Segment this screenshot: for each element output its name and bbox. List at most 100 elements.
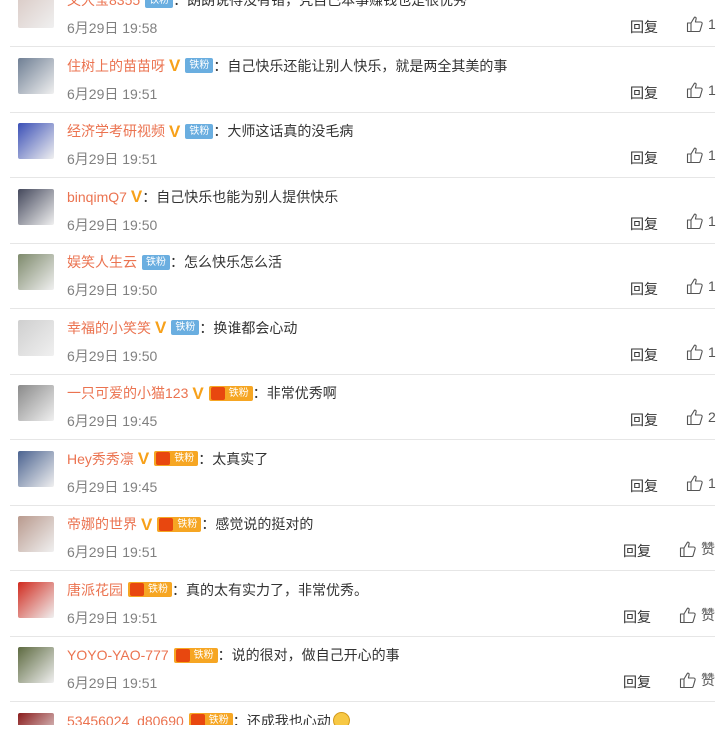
comment-text: ：自己快乐也能为别人提供快乐: [142, 188, 339, 205]
vip-badge-icon[interactable]: V: [138, 450, 149, 467]
comment-text: ：说的很对，做自己开心的事: [217, 647, 400, 663]
fan-badge[interactable]: 铁粉: [154, 451, 199, 466]
fan-badge[interactable]: 铁粉: [145, 0, 174, 8]
comment-text: ：自己快乐还能让别人快乐，就是两全其美的事: [213, 57, 508, 74]
vip-badge-icon[interactable]: V: [192, 385, 203, 402]
reply-button[interactable]: 回复: [630, 148, 658, 168]
comment-line: 唐派花园 铁粉 ：真的太有实力了，非常优秀。: [67, 580, 368, 600]
reply-button[interactable]: 回复: [630, 410, 658, 430]
reply-button[interactable]: 回复: [623, 541, 651, 561]
like-button[interactable]: 1: [686, 15, 716, 33]
username-link[interactable]: 娱笑人生云: [67, 252, 137, 272]
avatar[interactable]: [18, 254, 54, 290]
thumbs-up-icon: [686, 81, 704, 99]
comment-time: 6月29日 19:50: [67, 347, 158, 364]
username-link[interactable]: 唐派花园: [67, 580, 123, 600]
fan-badge[interactable]: 铁粉: [188, 713, 233, 725]
like-count: 1: [708, 343, 716, 360]
username-link[interactable]: 一只可爱的小猫123: [67, 383, 188, 403]
comment-line: 幸福的小笑笑 V 铁粉 ：换谁都会心动: [67, 318, 297, 338]
username-link[interactable]: 经济学考研视频: [67, 121, 165, 141]
comment-item: binqimQ7 V ：自己快乐也能为别人提供快乐 6月29日 19:50 回复 1: [10, 179, 716, 244]
like-button[interactable]: 赞: [679, 605, 715, 625]
like-count: 1: [708, 278, 716, 294]
fan-badge[interactable]: 铁粉: [185, 123, 214, 139]
avatar[interactable]: [18, 188, 54, 225]
like-button[interactable]: 1: [686, 146, 716, 164]
username-link[interactable]: 53456024_d80690: [67, 713, 184, 726]
fan-badge[interactable]: 铁粉: [157, 516, 202, 532]
username-link[interactable]: Hey秀秀凛: [67, 449, 134, 469]
avatar[interactable]: [18, 647, 54, 683]
fan-badge[interactable]: 铁粉: [171, 320, 200, 335]
like-button[interactable]: 2: [686, 408, 716, 426]
avatar[interactable]: [18, 319, 54, 356]
like-button[interactable]: 赞: [679, 670, 715, 690]
username-link[interactable]: 住树上的苗苗呀: [67, 56, 165, 76]
fan-badge-label: 铁粉: [189, 60, 210, 71]
comment-item: 帝娜的世界 V 铁粉 ：感觉说的挺对的 6月29日 19:51 回复 赞: [10, 506, 715, 571]
avatar[interactable]: [18, 516, 54, 552]
fan-crown-icon: [159, 517, 174, 531]
comment-line: 娱笑人生云 铁粉 ：怎么快乐怎么活: [67, 252, 282, 272]
like-button[interactable]: 1: [686, 81, 716, 99]
fan-badge-label: 铁粉: [149, 0, 170, 6]
comment-item: 文大莹8355 铁粉 ：朗朗说得没有错，凭自己本事赚钱也是很优秀 6月29日 19:5…: [10, 0, 716, 47]
comment-time: 6月29日 19:50: [67, 282, 158, 298]
username-link[interactable]: 幸福的小笑笑: [67, 318, 151, 338]
like-button[interactable]: 1: [686, 277, 716, 295]
fan-badge-label: 铁粉: [228, 387, 249, 399]
fan-crown-icon: [156, 452, 171, 465]
comment-text: ：大师这话真的没毛病: [213, 123, 354, 139]
username-link[interactable]: 帝娜的世界: [67, 514, 137, 534]
fan-badge-label: 铁粉: [146, 256, 166, 268]
vip-badge-icon[interactable]: V: [141, 516, 152, 533]
comment-item: 唐派花园 铁粉 ：真的太有实力了，非常优秀。 6月29日 19:51 回复 赞: [10, 572, 715, 637]
vip-badge-icon[interactable]: V: [169, 57, 180, 74]
reply-button[interactable]: 回复: [623, 607, 651, 627]
fan-badge[interactable]: 铁粉: [142, 254, 170, 270]
comment-time: 6月29日 19:51: [67, 85, 158, 102]
like-button[interactable]: 1: [686, 212, 716, 230]
like-count: 1: [708, 212, 716, 229]
fan-badge-label: 铁粉: [189, 125, 210, 137]
fan-badge[interactable]: 铁粉: [173, 647, 218, 663]
like-button[interactable]: 赞: [679, 539, 715, 559]
avatar[interactable]: [18, 57, 54, 94]
username-link[interactable]: 文大莹8355: [67, 0, 140, 10]
fan-badge-label: 铁粉: [208, 715, 229, 725]
reply-button[interactable]: 回复: [630, 345, 658, 365]
username-link[interactable]: YOYO-YAO-777: [67, 647, 169, 663]
avatar[interactable]: [18, 581, 54, 618]
comment-item: 幸福的小笑笑 V 铁粉 ：换谁都会心动 6月29日 19:50 回复 1: [10, 310, 716, 375]
vip-badge-icon[interactable]: V: [131, 188, 142, 205]
like-count: 赞: [701, 672, 715, 688]
reply-button[interactable]: 回复: [623, 672, 651, 692]
avatar[interactable]: [18, 385, 54, 421]
avatar[interactable]: [18, 0, 54, 28]
reply-button[interactable]: 回复: [630, 279, 658, 299]
reply-button[interactable]: 回复: [630, 17, 658, 37]
fan-badge[interactable]: 铁粉: [208, 385, 253, 401]
comment-line: 文大莹8355 铁粉 ：朗朗说得没有错，凭自己本事赚钱也是很优秀: [67, 0, 467, 10]
like-count: 2: [708, 409, 716, 425]
fan-badge[interactable]: 铁粉: [185, 58, 214, 73]
avatar[interactable]: [18, 712, 54, 725]
like-button[interactable]: 1: [686, 474, 716, 492]
reply-button[interactable]: 回复: [630, 83, 658, 103]
reply-button[interactable]: 回复: [630, 214, 658, 234]
vip-badge-icon[interactable]: V: [155, 319, 166, 336]
thumbs-up-icon: [679, 606, 697, 624]
avatar[interactable]: [18, 123, 54, 159]
reply-button[interactable]: 回复: [630, 476, 658, 496]
fan-badge[interactable]: 铁粉: [128, 582, 172, 597]
comment-line: Hey秀秀凛 V 铁粉 ：太真实了: [67, 449, 268, 469]
avatar[interactable]: [18, 450, 54, 487]
vip-badge-icon[interactable]: V: [169, 123, 180, 140]
thumbs-up-icon: [679, 540, 697, 558]
username-link[interactable]: binqimQ7: [67, 189, 127, 205]
fan-crown-icon: [210, 386, 225, 400]
comment-time: 6月29日 19:51: [67, 544, 158, 560]
like-button[interactable]: 1: [686, 343, 716, 361]
thumbs-up-icon: [686, 343, 704, 361]
